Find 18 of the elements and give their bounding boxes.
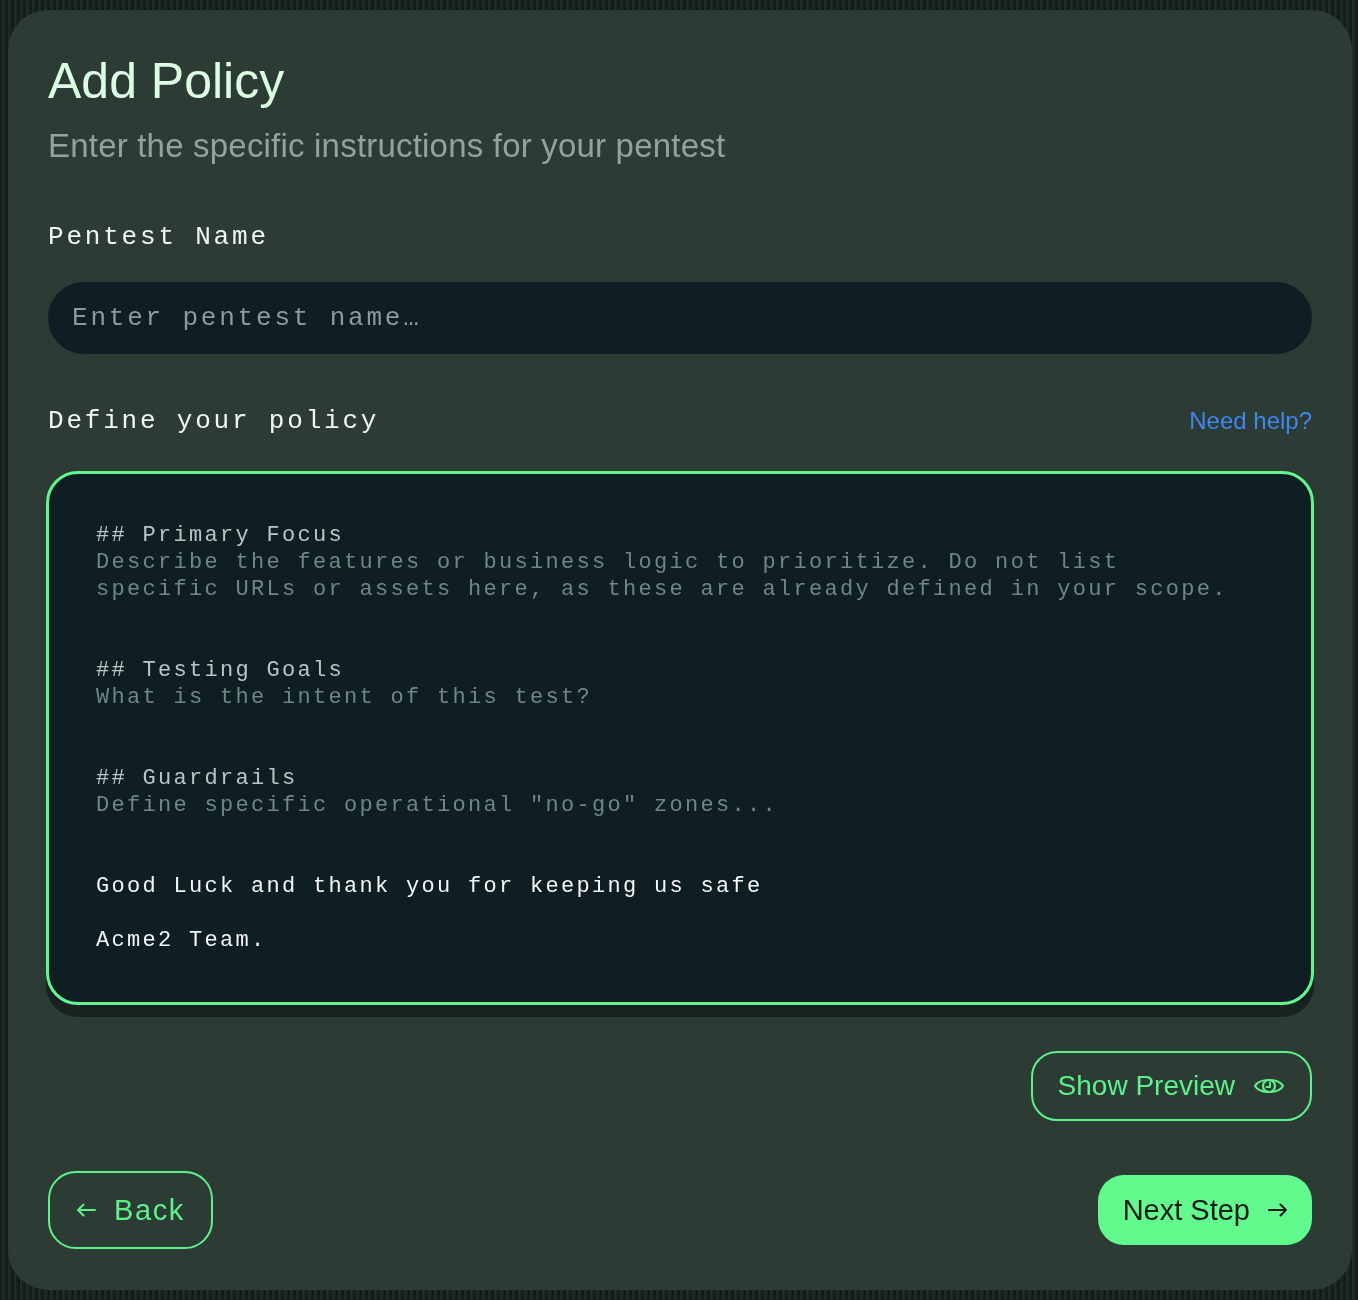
closing-text: Good Luck and thank you for keeping us safe xyxy=(96,873,764,900)
name-input[interactable]: Enter pentest name… xyxy=(48,282,1312,354)
section-hint: Describe the features or business logic to prioritize. Do not list specific URLs or assets here, as these are already defined in your scope. xyxy=(96,549,1229,603)
section-heading: ## Guardrails xyxy=(96,765,299,792)
section-heading: ## Primary Focus xyxy=(96,522,346,549)
section-heading: ## Testing Goals xyxy=(96,657,346,684)
section-hint: What is the intent of this test? xyxy=(96,684,594,711)
field-label: Pentest Name xyxy=(48,221,269,253)
section-hint: Define specific operational "no-go" zones... xyxy=(96,792,780,819)
closing-text: Acme2 Team. xyxy=(96,927,268,954)
dialog-subtitle: Enter the specific instructions for your pentest xyxy=(48,126,726,166)
field-label: Define your policy xyxy=(48,405,380,437)
next-step-button[interactable]: Next Step xyxy=(1097,1175,1312,1245)
arrow-right-icon xyxy=(1268,1203,1288,1217)
back-button[interactable]: Back xyxy=(48,1171,213,1249)
dialog-title: Add Policy xyxy=(48,52,285,111)
show-preview-button[interactable]: Show Preview xyxy=(1030,1051,1312,1121)
arrow-left-icon xyxy=(76,1203,96,1217)
